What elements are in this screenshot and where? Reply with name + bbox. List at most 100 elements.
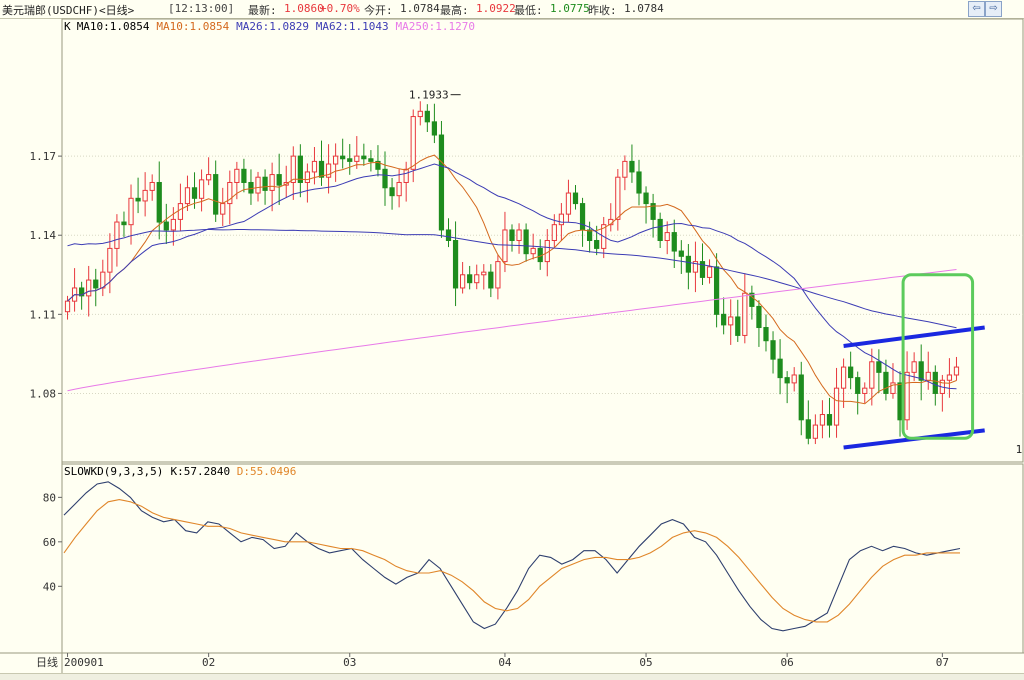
candle-up bbox=[290, 155, 296, 183]
candle-up bbox=[269, 174, 275, 191]
price-legend-item: MA10:1.0854 bbox=[156, 20, 229, 33]
candle-down bbox=[798, 374, 804, 421]
candle-up bbox=[495, 261, 501, 289]
candle-up bbox=[812, 424, 818, 439]
candle-up bbox=[142, 189, 148, 202]
candle-down bbox=[784, 377, 790, 384]
candle-down bbox=[213, 174, 219, 215]
period-label: 日线 bbox=[36, 655, 58, 669]
candle-up bbox=[869, 361, 875, 389]
candle-up bbox=[403, 168, 409, 183]
candle-down bbox=[932, 371, 938, 394]
candle-down bbox=[855, 377, 861, 394]
candle-up bbox=[417, 110, 423, 118]
candle-up bbox=[558, 213, 565, 226]
candle-down bbox=[918, 361, 924, 381]
price-tick-label: 1.08 bbox=[30, 387, 57, 400]
candle-up bbox=[100, 271, 106, 289]
candle-down bbox=[156, 181, 162, 223]
candle-down bbox=[826, 414, 833, 426]
candle-up bbox=[107, 247, 113, 273]
price-legend-item: MA10:1.0854 bbox=[77, 20, 150, 33]
candle-up bbox=[551, 224, 557, 242]
candle-down bbox=[572, 192, 579, 205]
candle-up bbox=[170, 218, 176, 231]
price-annotation-label: 1.1933 bbox=[409, 89, 449, 102]
candle-down bbox=[467, 274, 473, 284]
candle-down bbox=[586, 229, 593, 241]
x-tick-label: 07 bbox=[936, 656, 949, 669]
candle-up bbox=[565, 192, 572, 215]
oscillator-legend-item: SLOWKD(9,3,3,5) bbox=[64, 465, 163, 478]
candle-down bbox=[389, 187, 395, 197]
price-tick-label: 1.11 bbox=[30, 308, 57, 321]
candle-down bbox=[657, 218, 663, 241]
chart-window: { "header": { "title": "美元瑞郎(USDCHF)<日线>… bbox=[0, 0, 1024, 680]
candle-up bbox=[149, 181, 155, 191]
candle-up bbox=[304, 171, 311, 183]
candle-down bbox=[135, 197, 141, 202]
candle-down bbox=[876, 361, 882, 373]
candle-down bbox=[368, 158, 374, 162]
candle-up bbox=[184, 187, 191, 205]
candle-down bbox=[163, 221, 169, 231]
candle-down bbox=[721, 313, 727, 326]
candle-up bbox=[128, 197, 134, 226]
price-legend-item: K bbox=[64, 20, 71, 33]
candle-up bbox=[904, 371, 910, 421]
candle-down bbox=[763, 327, 769, 342]
candle-up bbox=[502, 229, 508, 263]
candle-down bbox=[699, 261, 706, 278]
channel-upper-line bbox=[843, 325, 985, 348]
price-tick-label: 1.17 bbox=[30, 150, 57, 163]
candle-down bbox=[594, 240, 600, 249]
candle-down bbox=[848, 366, 854, 379]
candle-up bbox=[862, 387, 868, 394]
candle-down bbox=[713, 266, 720, 315]
candle-down bbox=[424, 110, 430, 123]
candle-up bbox=[333, 155, 339, 165]
x-tick-label: 06 bbox=[781, 656, 794, 669]
candle-down bbox=[671, 232, 677, 252]
candle-up bbox=[664, 232, 670, 241]
candle-down bbox=[445, 229, 452, 241]
candle-down bbox=[431, 121, 438, 136]
candle-up bbox=[516, 229, 522, 241]
candle-down bbox=[488, 271, 494, 289]
candle-up bbox=[86, 279, 92, 297]
candle-down bbox=[523, 229, 529, 255]
x-tick-label: 02 bbox=[202, 656, 215, 669]
oscillator-legend-item: D:55.0496 bbox=[237, 465, 297, 478]
candle-down bbox=[685, 255, 691, 273]
candle-up bbox=[459, 274, 466, 289]
candle-down bbox=[382, 168, 388, 189]
candle-up bbox=[833, 387, 840, 426]
candle-up bbox=[410, 116, 416, 170]
candle-up bbox=[953, 366, 960, 376]
candle-up bbox=[255, 176, 261, 194]
candle-up bbox=[474, 274, 480, 284]
candle-up bbox=[840, 366, 847, 389]
candle-up bbox=[791, 374, 797, 384]
candle-up bbox=[354, 155, 360, 162]
stoch-k-line bbox=[63, 481, 961, 632]
chart-canvas: 1.17 1.14 1.11 1.08 80 60 40 200901 02 03 04 05 06 07… bbox=[0, 18, 1024, 673]
candle-up bbox=[946, 374, 953, 381]
candle-down bbox=[241, 168, 247, 183]
stoch-d-line bbox=[63, 499, 960, 623]
ma250-line bbox=[67, 269, 957, 392]
osc-tick-label: 80 bbox=[43, 491, 56, 504]
candle-down bbox=[93, 279, 99, 289]
x-tick-label: 03 bbox=[343, 656, 356, 669]
candle-down bbox=[297, 155, 303, 183]
candle-up bbox=[530, 247, 536, 255]
candle-up bbox=[481, 271, 487, 276]
price-legend-item: MA62:1.1043 bbox=[316, 20, 389, 33]
price-legend-item: MA26:1.0829 bbox=[236, 20, 309, 33]
candle-down bbox=[340, 155, 346, 160]
osc-tick-label: 60 bbox=[43, 536, 56, 549]
candle-up bbox=[728, 316, 734, 326]
candle-down bbox=[735, 316, 741, 336]
candle-up bbox=[177, 203, 184, 220]
candle-down bbox=[777, 358, 783, 379]
